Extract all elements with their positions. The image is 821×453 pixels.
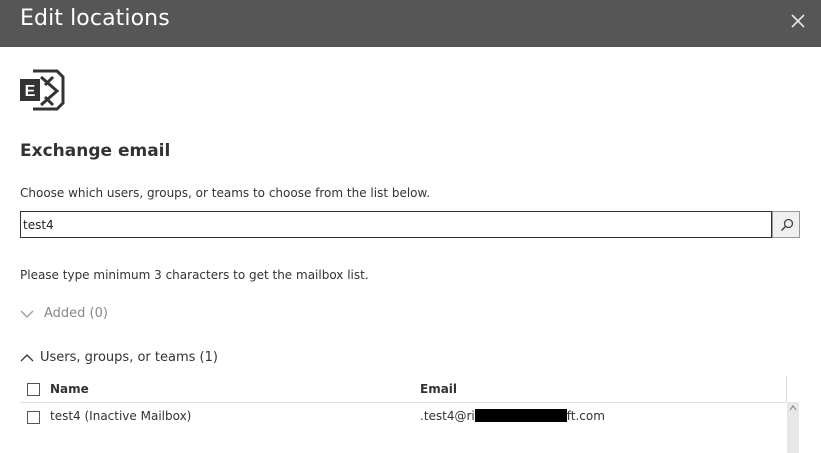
table-scrollbar[interactable] <box>787 402 799 453</box>
group-users-toggle[interactable]: Users, groups, or teams (1) <box>20 350 218 365</box>
table-row[interactable]: test4 (Inactive Mailbox) .test4@ri ft.com <box>20 403 786 429</box>
hint-text: Please type minimum 3 characters to get … <box>20 268 369 282</box>
select-all-checkbox[interactable] <box>27 383 40 396</box>
group-added-label: Added (0) <box>44 306 108 321</box>
table-header-row: Name Email <box>20 376 787 403</box>
column-divider <box>786 376 787 402</box>
row-name: test4 (Inactive Mailbox) <box>50 409 192 423</box>
search-button[interactable] <box>772 211 800 238</box>
users-table: Name Email test4 (Inactive Mailbox) .tes… <box>20 376 799 453</box>
column-header-email[interactable]: Email <box>420 382 457 396</box>
redaction-bar <box>474 409 567 422</box>
group-added-toggle[interactable]: Added (0) <box>20 306 108 321</box>
row-email-suffix: ft.com <box>566 409 605 423</box>
scroll-up-arrow-icon[interactable] <box>789 405 797 411</box>
close-button[interactable] <box>787 10 809 32</box>
panel-title: Edit locations <box>20 6 170 31</box>
section-title: Exchange email <box>20 141 171 161</box>
row-email: .test4@ri ft.com <box>420 409 605 423</box>
group-users-label: Users, groups, or teams (1) <box>40 350 218 365</box>
exchange-logo-icon: E <box>20 69 65 111</box>
row-email-prefix: .test4@ri <box>420 409 475 423</box>
search-input[interactable] <box>20 211 772 238</box>
instruction-text: Choose which users, groups, or teams to … <box>20 186 431 200</box>
svg-text:E: E <box>25 83 36 100</box>
row-checkbox[interactable] <box>27 411 40 424</box>
chevron-up-icon <box>20 353 34 361</box>
column-header-name[interactable]: Name <box>50 382 89 396</box>
search-icon <box>780 218 794 232</box>
chevron-down-icon <box>20 310 34 318</box>
search-bar <box>20 211 800 238</box>
close-icon <box>791 14 805 28</box>
panel-header: Edit locations <box>0 0 821 47</box>
